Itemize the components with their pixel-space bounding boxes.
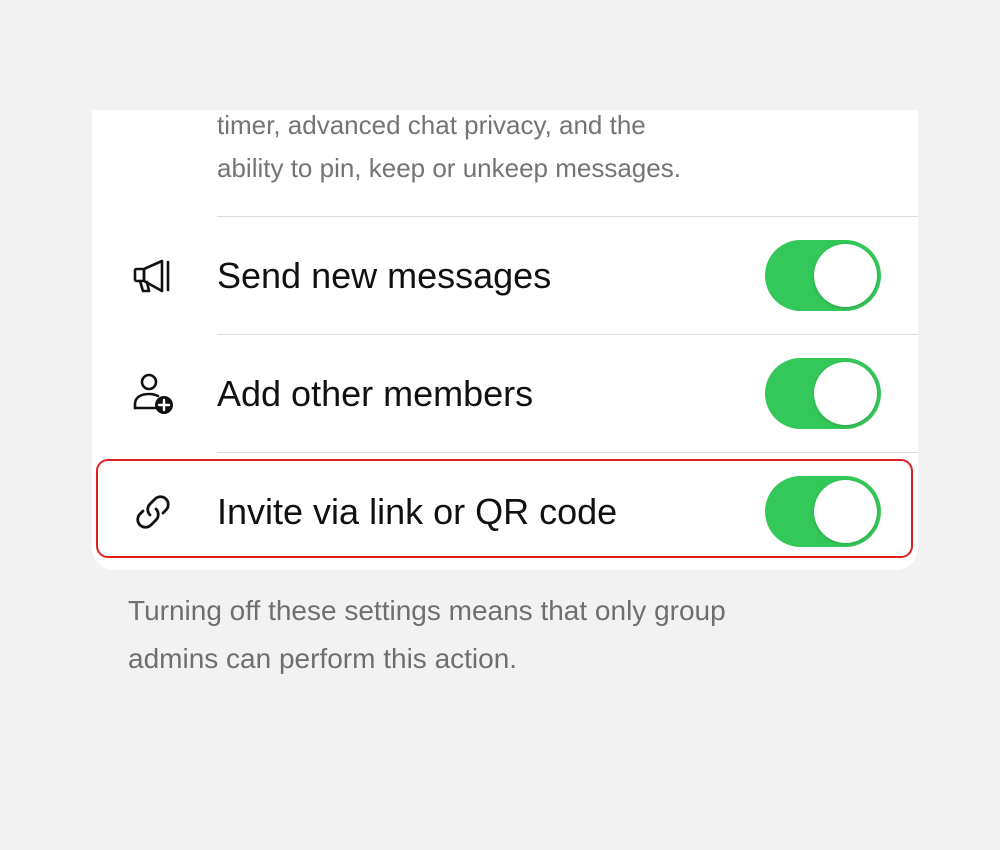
permissions-footer-note: Turning off these settings means that on… (128, 587, 868, 683)
setting-row-invite-link: Invite via link or QR code (92, 453, 918, 570)
footer-line: Turning off these settings means that on… (128, 595, 726, 626)
setting-row-send-messages: Send new messages (92, 217, 918, 334)
setting-label: Invite via link or QR code (217, 491, 618, 532)
setting-label: Add other members (217, 373, 534, 414)
send-messages-toggle[interactable] (765, 240, 881, 311)
description-line: timer, advanced chat privacy, and the (217, 110, 646, 140)
add-members-toggle[interactable] (765, 358, 881, 429)
add-person-icon (130, 371, 176, 417)
invite-link-toggle[interactable] (765, 476, 881, 547)
setting-row-add-members: Add other members (92, 335, 918, 452)
setting-label: Send new messages (217, 255, 552, 296)
footer-line: admins can perform this action. (128, 643, 518, 674)
toggle-knob (814, 362, 877, 425)
description-line: ability to pin, keep or unkeep messages. (217, 153, 681, 183)
megaphone-icon (130, 253, 176, 299)
toggle-knob (814, 244, 877, 307)
permissions-card: timer, advanced chat privacy, and the ab… (92, 110, 918, 570)
toggle-knob (814, 480, 877, 543)
link-icon (130, 489, 176, 535)
